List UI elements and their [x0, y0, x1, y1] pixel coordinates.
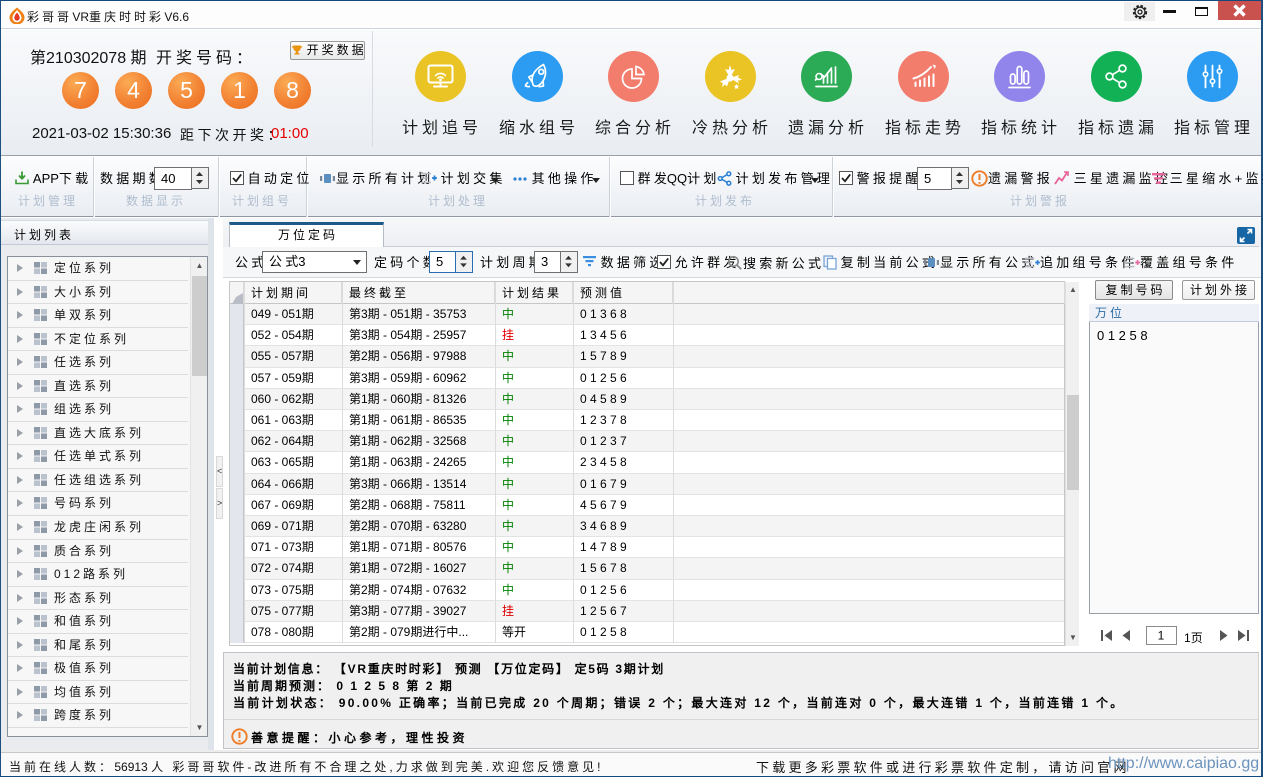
svg-text:1: 1 [1158, 629, 1165, 643]
